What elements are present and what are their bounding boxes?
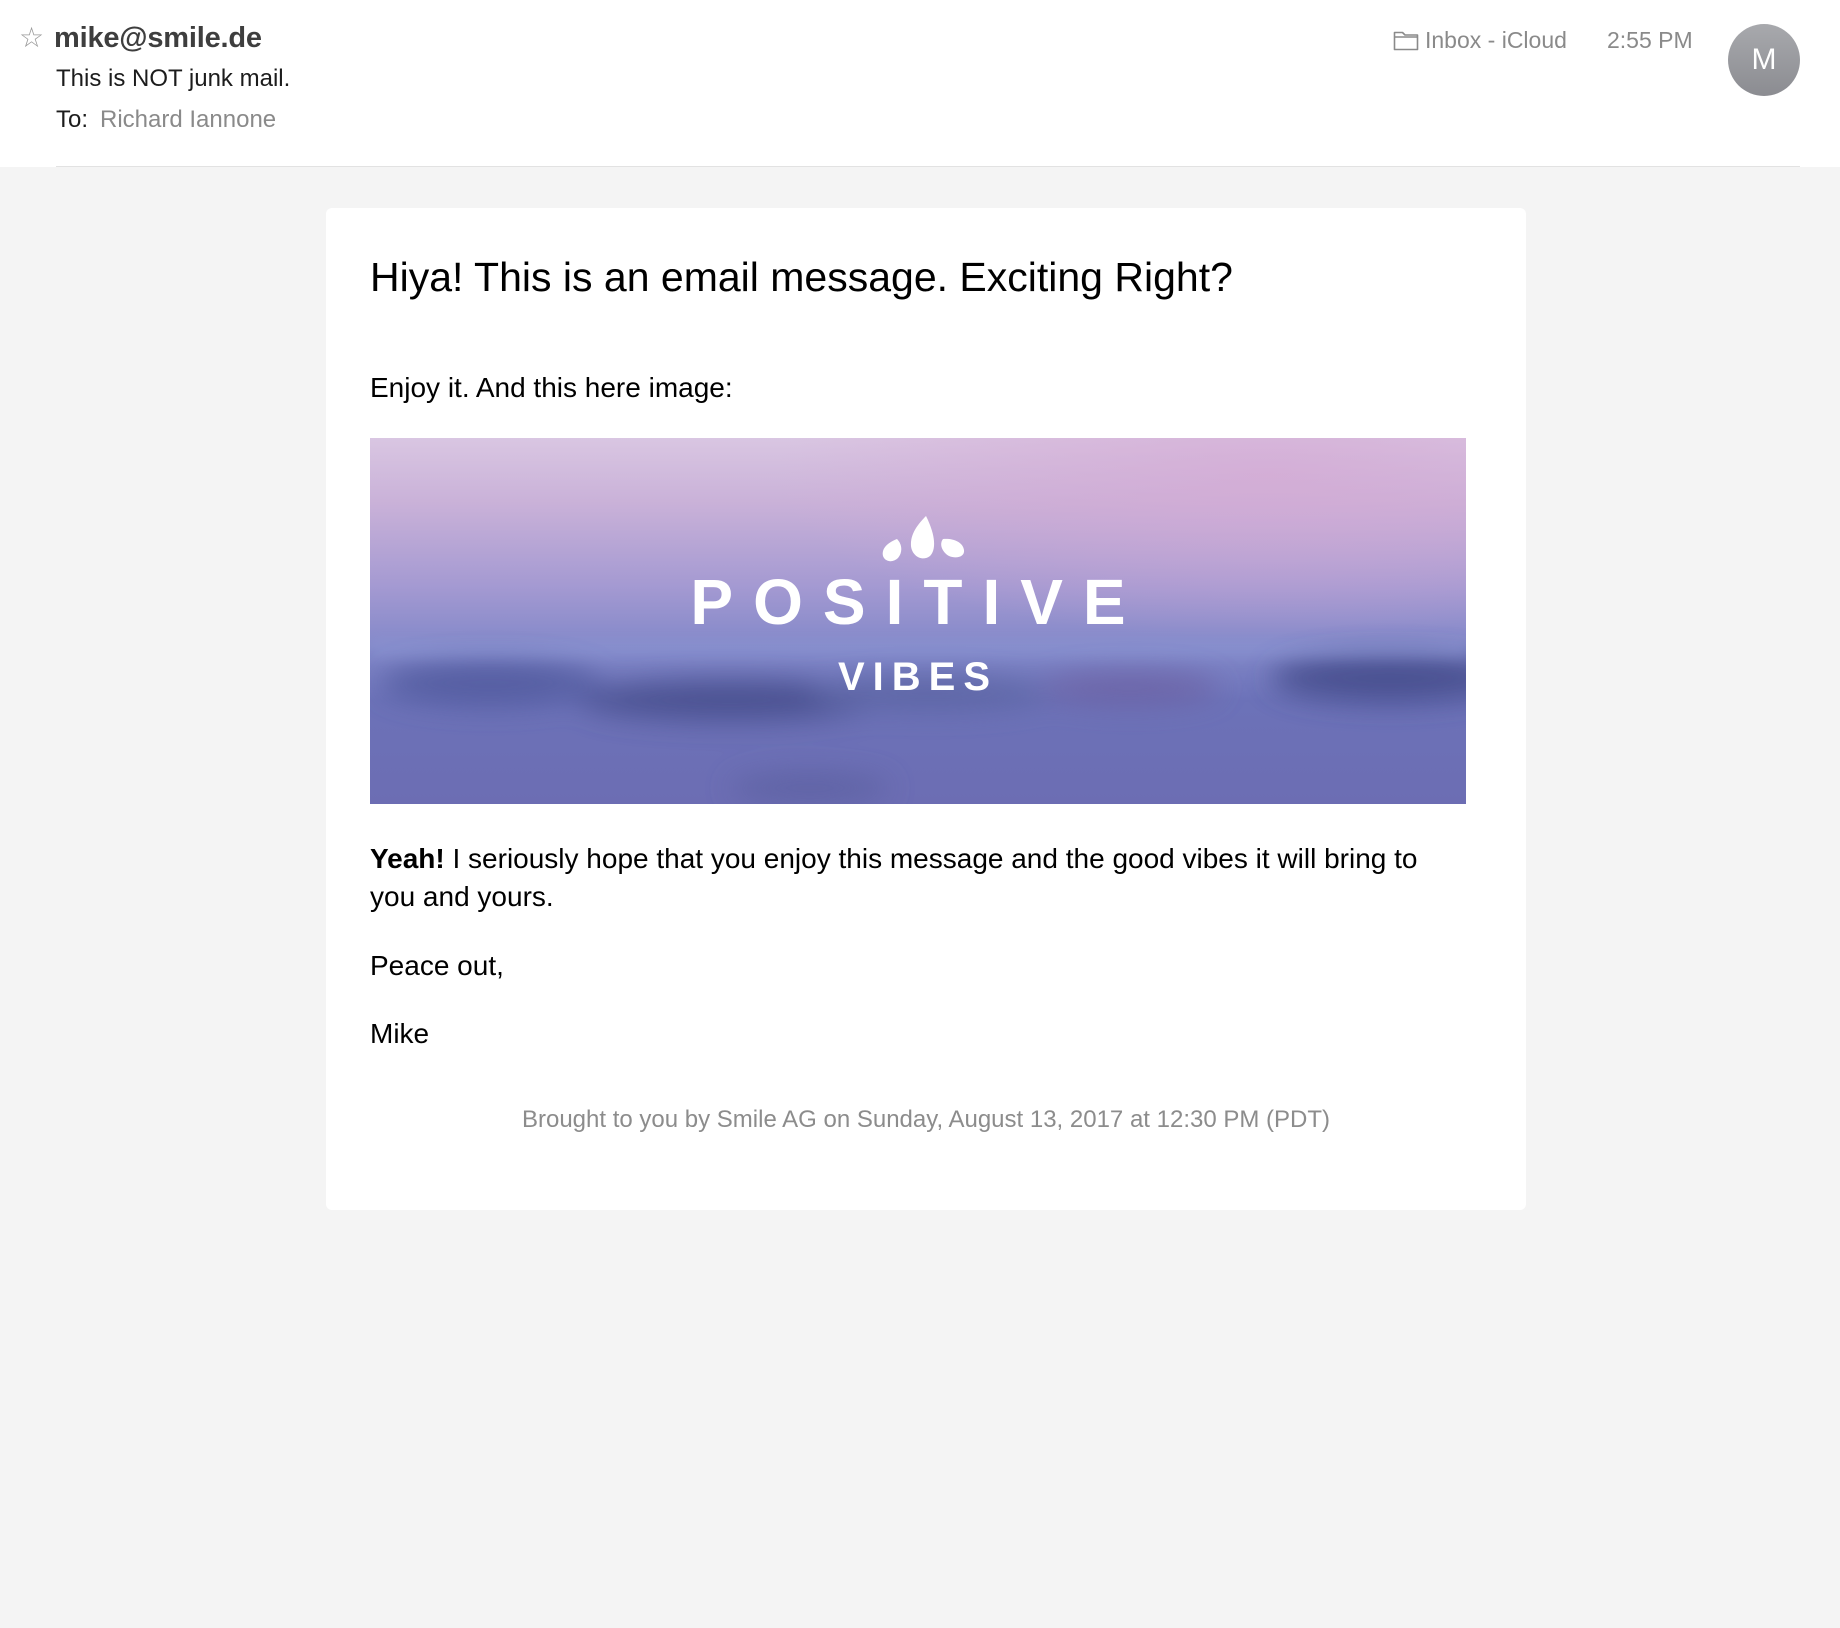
message-title: Hiya! This is an email message. Exciting… [370,254,1233,300]
body-emphasis: Yeah! [370,843,445,874]
mailbox-location[interactable]: Inbox - iCloud [1393,24,1567,56]
mailbox-label: Inbox - iCloud [1425,27,1567,53]
message-header: ☆ mike@smile.de This is NOT junk mail. T… [0,0,1840,167]
folder-icon [1393,31,1419,51]
to-label: To: [56,106,89,133]
star-icon[interactable]: ☆ [19,21,44,55]
brand-word: POSITIVE [690,566,1145,638]
intro-text: Enjoy it. And this here image: [370,372,733,403]
header-divider [56,166,1800,167]
received-time: 2:55 PM [1607,27,1693,53]
brand-subword: VIBES [838,655,998,699]
signature: Mike [370,1018,430,1049]
avatar[interactable]: M [1728,24,1800,96]
body-paragraph: Yeah! I seriously hope that you enjoy th… [370,840,1466,916]
message-subject: This is NOT junk mail. [56,65,291,92]
footer-note: Brought to you by Smile AG on Sunday, Au… [521,1106,1331,1133]
positive-vibes-image: POSITIVE VIBES [370,438,1466,804]
recipient-name[interactable]: Richard Iannone [100,106,276,133]
body-text: I seriously hope that you enjoy this mes… [370,843,1418,912]
sender-address[interactable]: mike@smile.de [54,20,262,56]
message-body-card: Hiya! This is an email message. Exciting… [326,208,1526,1210]
closing-text: Peace out, [370,950,504,981]
recipient-line: To: Richard Iannone [56,104,276,136]
